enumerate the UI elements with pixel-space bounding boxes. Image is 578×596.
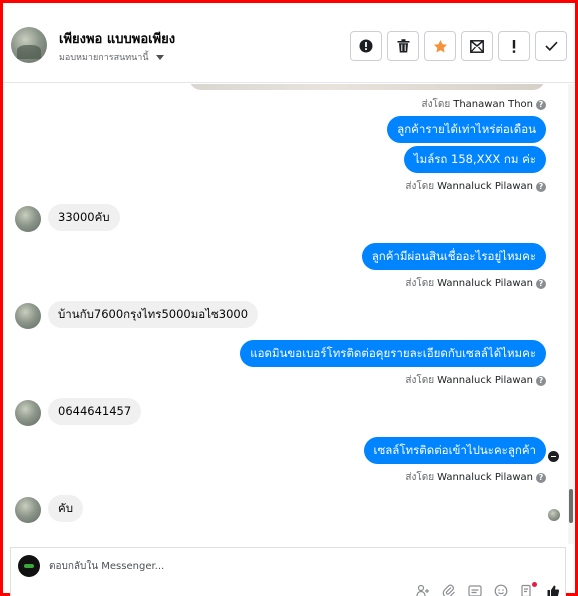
add-person-icon[interactable] — [416, 584, 430, 596]
sender-name: Thanawan Thon — [453, 99, 533, 110]
contact-name[interactable]: เพียงพอ แบบพอเพียง — [59, 28, 175, 49]
outgoing-message[interactable]: ลูกค้ามีผ่อนสินเชื่ออะไรอยู่ไหมคะ — [361, 243, 546, 270]
trash-icon — [397, 39, 409, 53]
sender-name: Wannaluck Pilawan — [437, 472, 533, 483]
previous-image-message[interactable] — [189, 84, 545, 90]
contact-avatar[interactable] — [15, 497, 41, 523]
contact-avatar[interactable] — [15, 400, 41, 426]
outgoing-message[interactable]: เซลล์โทรติดต่อเข้าไปนะคะลูกค้า — [363, 437, 546, 464]
sent-by-label: ส่งโดย Thanawan Thon ? — [422, 97, 546, 112]
sent-by-prefix: ส่งโดย — [405, 472, 435, 483]
envelope-icon — [470, 39, 484, 53]
star-icon — [433, 39, 447, 52]
reply-composer — [10, 547, 566, 596]
contact-avatar[interactable] — [15, 303, 41, 329]
outgoing-message[interactable]: ลูกค้ารายได้เท่าไหร่ต่อเดือน — [387, 116, 546, 143]
scrollbar-thumb[interactable] — [569, 489, 573, 523]
sent-by-label: ส่งโดย Wannaluck Pilawan ? — [405, 276, 546, 291]
saved-reply-icon[interactable] — [468, 584, 482, 596]
emoji-icon[interactable] — [494, 584, 508, 596]
delete-button[interactable] — [387, 31, 419, 61]
sent-by-prefix: ส่งโดย — [421, 99, 451, 110]
sent-by-prefix: ส่งโดย — [405, 278, 435, 289]
thread-scrollbar[interactable] — [568, 84, 574, 544]
assign-conversation-dropdown[interactable]: มอบหมายการสนทนานี้ — [59, 50, 164, 64]
caret-down-icon — [155, 54, 164, 60]
contact-avatar[interactable] — [15, 206, 41, 232]
composer-toolbar — [416, 582, 560, 596]
conversation-actions — [350, 31, 567, 61]
outgoing-message[interactable]: แอดมินขอเบอร์โทรติดต่อคุยรายละเอียดกับเซ… — [240, 340, 546, 367]
delivered-icon — [548, 451, 559, 462]
spam-button[interactable] — [350, 31, 382, 61]
message-thread[interactable]: ส่งโดย Thanawan Thon ? ลูกค้ารายได้เท่าไ… — [3, 84, 568, 544]
sent-by-label: ส่งโดย Wannaluck Pilawan ? — [405, 470, 546, 485]
help-icon[interactable]: ? — [536, 375, 546, 386]
help-icon[interactable]: ? — [536, 99, 546, 110]
payment-request-icon[interactable] — [520, 582, 537, 596]
sent-by-prefix: ส่งโดย — [405, 181, 435, 192]
star-button[interactable] — [424, 31, 456, 61]
reply-input[interactable] — [49, 558, 529, 574]
sent-by-label: ส่งโดย Wannaluck Pilawan ? — [405, 373, 546, 388]
help-icon[interactable]: ? — [536, 181, 546, 192]
sender-name: Wannaluck Pilawan — [437, 181, 533, 192]
incoming-message[interactable]: 0644641457 — [48, 398, 142, 425]
exclamation-icon — [512, 39, 516, 53]
done-button[interactable] — [535, 31, 567, 61]
incoming-message[interactable]: บ้านกับ7600กรุงไทร5000มอไซ3000 — [48, 301, 259, 328]
contact-avatar[interactable] — [11, 27, 47, 63]
seen-by-avatar — [548, 509, 560, 521]
outgoing-message[interactable]: ไมล์รถ 158,XXX กม ค่ะ — [403, 146, 546, 173]
attachment-icon[interactable] — [442, 584, 456, 596]
sent-by-prefix: ส่งโดย — [405, 375, 435, 386]
like-icon[interactable] — [546, 584, 560, 596]
mark-unread-button[interactable] — [461, 31, 493, 61]
checkmark-icon — [544, 41, 558, 51]
assign-conversation-label: มอบหมายการสนทนานี้ — [59, 53, 149, 63]
incoming-message[interactable]: คับ — [48, 495, 83, 522]
exclamation-circle-icon — [359, 39, 373, 53]
conversation-header: เพียงพอ แบบพอเพียง มอบหมายการสนทนานี้ — [3, 3, 575, 83]
sender-name: Wannaluck Pilawan — [437, 375, 533, 386]
follow-up-button[interactable] — [498, 31, 530, 61]
sender-name: Wannaluck Pilawan — [437, 278, 533, 289]
page-avatar — [18, 555, 40, 577]
incoming-message[interactable]: 33000คับ — [48, 204, 120, 231]
help-icon[interactable]: ? — [536, 472, 546, 483]
sent-by-label: ส่งโดย Wannaluck Pilawan ? — [405, 179, 546, 194]
help-icon[interactable]: ? — [536, 278, 546, 289]
